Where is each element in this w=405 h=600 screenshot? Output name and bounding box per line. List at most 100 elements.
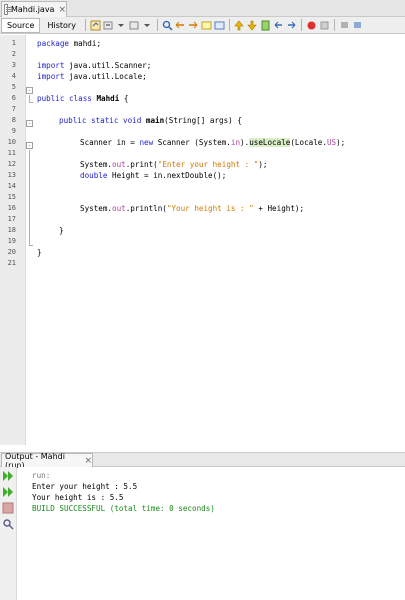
file-tab-mahdi-java[interactable]: Mahdi.java × — [1, 1, 67, 17]
code-token: mahdi; — [69, 39, 102, 48]
code-line: 19 — [0, 236, 405, 247]
file-tab-label: Mahdi.java — [10, 5, 55, 14]
chevron-down-icon[interactable] — [142, 20, 153, 31]
code-token: US — [326, 138, 337, 147]
history-tab[interactable]: History — [41, 18, 81, 33]
code-token: new — [139, 138, 154, 147]
class-name: Mahdi — [96, 94, 120, 103]
code-line: 15 — [0, 192, 405, 203]
code-token: out — [112, 204, 126, 213]
code-line: 5 — [0, 82, 405, 93]
toggle-search-icon[interactable] — [214, 20, 225, 31]
find-previous-icon[interactable] — [175, 20, 186, 31]
close-icon[interactable]: × — [58, 5, 66, 15]
code-token: Scanner in = — [80, 138, 140, 147]
line-number: 21 — [7, 259, 16, 267]
code-token: double — [80, 171, 108, 180]
code-editor[interactable]: - - - 1 package mahdi; 2 3 import java.uti… — [0, 35, 405, 445]
line-number: 15 — [7, 193, 16, 201]
settings-icon[interactable] — [2, 518, 14, 530]
output-side-toolbar — [0, 467, 17, 600]
code-line: 3 import java.util.Scanner; — [0, 60, 405, 71]
toolbar-separator — [300, 19, 302, 31]
next-bookmark-icon[interactable] — [247, 20, 258, 31]
toolbar-separator — [228, 19, 230, 31]
line-number: 11 — [7, 149, 16, 157]
code-token: (String[] args) { — [164, 116, 242, 125]
line-number: 18 — [7, 226, 16, 234]
start-macro-icon[interactable] — [306, 20, 317, 31]
line-number: 20 — [7, 248, 16, 256]
line-number: 12 — [7, 160, 16, 168]
string-literal: "Your height is : " — [166, 204, 254, 213]
line-number: 4 — [11, 72, 16, 80]
find-next-icon[interactable] — [188, 20, 199, 31]
source-tab[interactable]: Source — [1, 17, 41, 33]
code-line: 16 System.out.println("Your height is : "… — [0, 203, 405, 214]
code-token: public class — [37, 94, 92, 103]
rerun-with-params-icon[interactable] — [2, 486, 14, 498]
line-number: 17 — [7, 215, 16, 223]
java-file-icon — [4, 4, 12, 15]
code-line: 2 — [0, 49, 405, 60]
code-token: ). — [240, 138, 250, 147]
code-line: 20} — [0, 247, 405, 258]
forward-icon[interactable] — [129, 20, 140, 31]
line-number: 1 — [11, 39, 16, 47]
code-token: package — [37, 39, 70, 48]
code-line: 1 package mahdi; — [0, 38, 405, 49]
output-tab[interactable]: Output - Mahdi (run) × — [1, 452, 93, 470]
code-line: 12 System.out.print("Enter your height : … — [0, 159, 405, 170]
output-line: Your height is : 5.5 — [32, 493, 124, 502]
code-token: ); — [336, 138, 346, 147]
back-icon[interactable] — [103, 20, 114, 31]
find-icon[interactable] — [162, 20, 173, 31]
line-number: 3 — [11, 61, 16, 69]
line-number: 8 — [11, 116, 16, 124]
line-number: 16 — [7, 204, 16, 212]
code-token: out — [112, 160, 126, 169]
code-token: .println( — [125, 204, 167, 213]
code-token: { — [119, 94, 129, 103]
output-line: run: — [32, 471, 51, 480]
line-number: 19 — [7, 237, 16, 245]
editor-toolbar: Source History — [0, 17, 405, 34]
last-edit-icon[interactable] — [90, 20, 101, 31]
shift-left-icon[interactable] — [273, 20, 284, 31]
rerun-icon[interactable] — [2, 470, 14, 482]
method-name: main — [145, 116, 165, 125]
code-line: 13 double Height = in.nextDouble(); — [0, 170, 405, 181]
output-console[interactable]: run: Enter your height : 5.5 Your height… — [18, 467, 405, 600]
editor-tab-bar: Mahdi.java × — [0, 0, 405, 17]
code-token: } — [37, 248, 42, 257]
toolbar-separator — [84, 19, 86, 31]
toggle-highlight-icon[interactable] — [201, 20, 212, 31]
previous-bookmark-icon[interactable] — [234, 20, 245, 31]
string-literal: "Enter your height : " — [157, 160, 259, 169]
uncomment-icon[interactable] — [352, 20, 363, 31]
output-line: Enter your height : 5.5 — [32, 482, 138, 491]
code-token: } — [59, 226, 64, 235]
code-token: import — [37, 61, 65, 70]
code-line: 4 import java.util.Locale; — [0, 71, 405, 82]
line-number: 14 — [7, 182, 16, 190]
line-number: 9 — [11, 127, 16, 135]
shift-right-icon[interactable] — [286, 20, 297, 31]
comment-icon[interactable] — [339, 20, 350, 31]
stop-macro-icon[interactable] — [319, 20, 330, 31]
close-icon[interactable]: × — [84, 456, 92, 466]
code-token: System. — [80, 204, 113, 213]
toggle-bookmark-icon[interactable] — [260, 20, 271, 31]
code-line: 14 — [0, 181, 405, 192]
code-token: System. — [80, 160, 113, 169]
toolbar-separator — [156, 19, 158, 31]
stop-icon[interactable] — [2, 502, 14, 514]
chevron-down-icon[interactable] — [116, 20, 127, 31]
output-line: BUILD SUCCESSFUL (total time: 0 seconds) — [32, 504, 215, 513]
line-number: 7 — [11, 105, 16, 113]
toolbar-separator — [333, 19, 335, 31]
code-token: + Height); — [253, 204, 305, 213]
line-number: 2 — [11, 50, 16, 58]
code-token: ); — [258, 160, 268, 169]
code-token: Scanner (System. — [153, 138, 231, 147]
